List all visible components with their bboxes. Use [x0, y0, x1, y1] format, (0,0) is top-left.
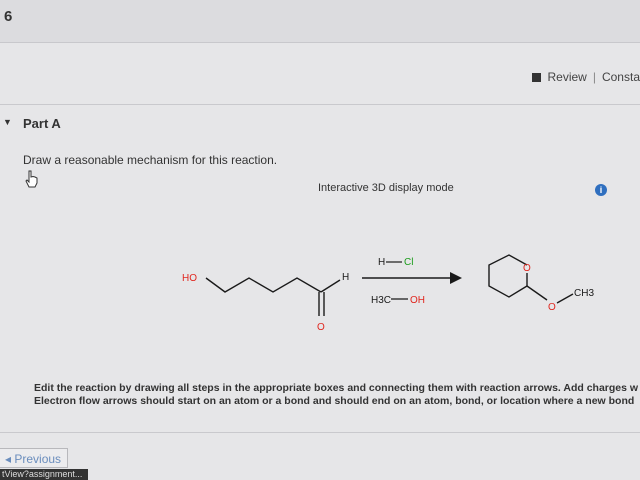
hydroxyl-label: HO: [182, 273, 197, 284]
ether-o-label: O: [548, 302, 556, 313]
header-band: 6: [0, 0, 640, 43]
display-mode-label[interactable]: Interactive 3D display mode: [318, 182, 454, 194]
collapse-caret-icon[interactable]: ▼: [3, 117, 12, 127]
previous-button[interactable]: ◂ Previous: [0, 448, 68, 468]
carbonyl-o-label: O: [317, 322, 325, 333]
ether-bond-2: [556, 293, 574, 304]
reaction-scheme: HO H O H Cl H3C OH O O CH3: [182, 254, 594, 333]
product-molecule: O O CH3: [488, 254, 594, 313]
hcl-h-label: H: [378, 257, 385, 268]
aldehyde-ch-bond: [320, 279, 341, 293]
aldehyde-h-label: H: [342, 272, 349, 283]
instructions-line-1: Edit the reaction by drawing all steps i…: [34, 382, 639, 394]
methanol-oh-label: OH: [410, 295, 425, 306]
constants-link[interactable]: Consta: [602, 70, 640, 84]
step-number: 6: [4, 8, 13, 25]
instructions: Edit the reaction by drawing all steps i…: [34, 382, 640, 408]
reactant-molecule: HO H O: [182, 272, 349, 333]
divider: [0, 104, 640, 105]
bottom-divider: [0, 432, 640, 433]
reagents: H Cl H3C OH: [362, 257, 462, 306]
question-text: Draw a reasonable mechanism for this rea…: [23, 153, 278, 167]
review-link[interactable]: Review: [547, 70, 586, 84]
toolbar-separator: |: [592, 70, 596, 84]
carbon-chain: [205, 277, 322, 293]
toolbar: Review | Consta: [532, 70, 640, 84]
review-icon: [532, 72, 542, 82]
instructions-line-2: Electron flow arrows should start on an …: [34, 395, 635, 407]
info-icon[interactable]: i: [595, 184, 607, 196]
part-title[interactable]: Part A: [23, 116, 61, 131]
pyran-ring: [488, 254, 528, 298]
ring-o-label: O: [523, 263, 531, 274]
status-url-bar: tView?assignment...: [0, 469, 89, 480]
ether-bond-1: [526, 285, 548, 301]
reaction-arrow-icon: [450, 272, 462, 284]
methyl-label: CH3: [574, 288, 594, 299]
hcl-cl-label: Cl: [404, 257, 413, 268]
methanol-ch3-label: H3C: [371, 295, 391, 306]
hand-cursor-icon: [25, 170, 38, 188]
